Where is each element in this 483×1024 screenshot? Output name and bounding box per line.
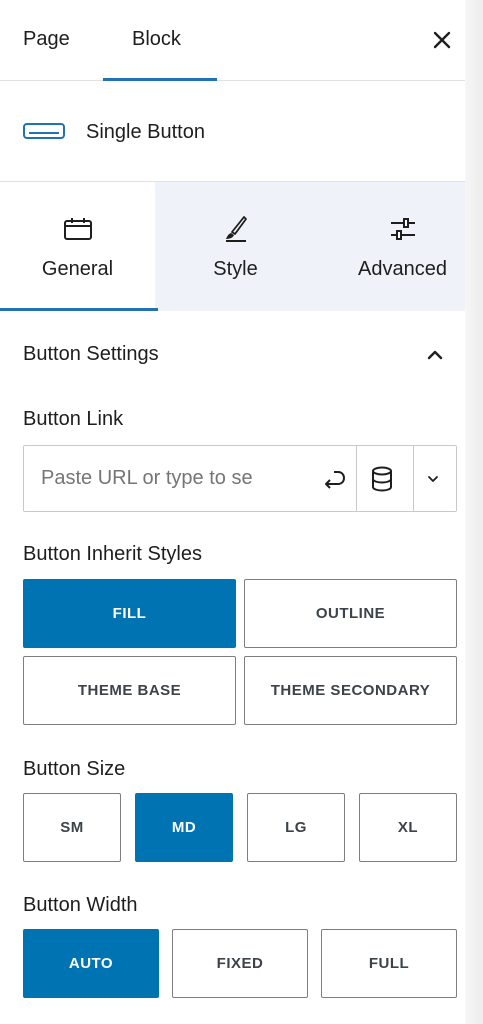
chevron-up-icon xyxy=(427,350,443,360)
button-icon xyxy=(23,123,65,139)
size-md-button[interactable]: MD xyxy=(135,793,233,862)
block-title: Single Button xyxy=(86,121,205,143)
button-link-label: Button Link xyxy=(23,408,124,430)
close-button[interactable] xyxy=(428,26,456,54)
collapse-section-button[interactable] xyxy=(425,345,445,365)
size-xl-button[interactable]: XL xyxy=(359,793,457,862)
link-divider xyxy=(356,446,357,511)
button-width-label: Button Width xyxy=(23,894,138,916)
brush-icon xyxy=(225,216,247,242)
tab-block[interactable]: Block xyxy=(132,28,181,51)
block-card: Single Button xyxy=(0,81,465,182)
size-lg-button[interactable]: LG xyxy=(247,793,345,862)
inspector-tabs: Page Block xyxy=(0,0,465,81)
sidebar-edge-shadow xyxy=(465,0,483,1024)
settings-tabs: General Style Advanced xyxy=(0,182,465,311)
width-auto-button[interactable]: AUTO xyxy=(23,929,159,998)
tab-style[interactable]: Style xyxy=(158,182,313,311)
submit-link-icon[interactable] xyxy=(320,466,348,492)
tab-general[interactable]: General xyxy=(0,182,155,311)
close-icon xyxy=(433,31,451,49)
style-fill-button[interactable]: FILL xyxy=(23,579,236,648)
tab-advanced[interactable]: Advanced xyxy=(325,182,480,311)
section-title: Button Settings xyxy=(23,343,159,365)
database-icon[interactable] xyxy=(370,466,394,492)
tab-style-label: Style xyxy=(213,258,258,280)
size-sm-button[interactable]: SM xyxy=(23,793,121,862)
link-divider xyxy=(413,446,414,511)
button-link-control xyxy=(23,445,457,512)
width-fixed-button[interactable]: FIXED xyxy=(172,929,308,998)
style-outline-button[interactable]: OUTLINE xyxy=(244,579,457,648)
button-settings-panel: Button Settings Button Link Button Inher… xyxy=(0,311,465,1024)
inherit-styles-label: Button Inherit Styles xyxy=(23,543,202,565)
width-full-button[interactable]: FULL xyxy=(321,929,457,998)
chevron-down-icon[interactable] xyxy=(424,470,442,488)
tab-advanced-label: Advanced xyxy=(358,258,447,280)
style-theme-secondary-button[interactable]: THEME SECONDARY xyxy=(244,656,457,725)
calendar-icon xyxy=(63,218,92,240)
button-size-label: Button Size xyxy=(23,758,126,780)
tab-page[interactable]: Page xyxy=(23,28,70,51)
sliders-icon xyxy=(390,218,415,240)
button-link-input[interactable] xyxy=(25,447,315,510)
tab-general-label: General xyxy=(41,258,114,280)
style-theme-base-button[interactable]: THEME BASE xyxy=(23,656,236,725)
